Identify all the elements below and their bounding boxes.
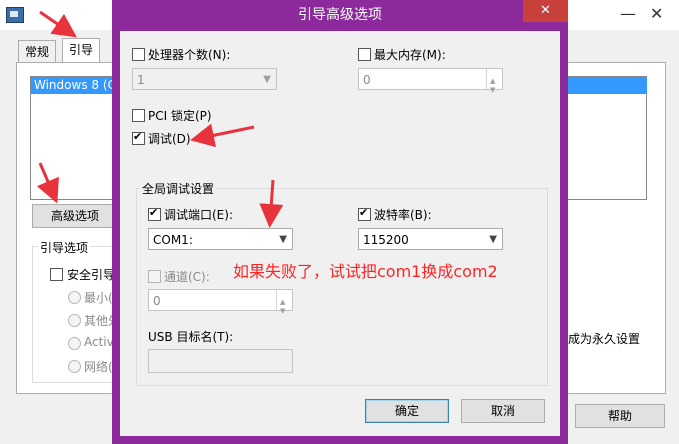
arrow-to-debug-checkbox — [190, 123, 255, 148]
arrow-to-boot-tab — [39, 10, 77, 38]
annotation-arrows — [36, 10, 284, 228]
arrow-to-advanced-button — [36, 162, 59, 204]
arrow-to-debug-port — [259, 179, 284, 228]
